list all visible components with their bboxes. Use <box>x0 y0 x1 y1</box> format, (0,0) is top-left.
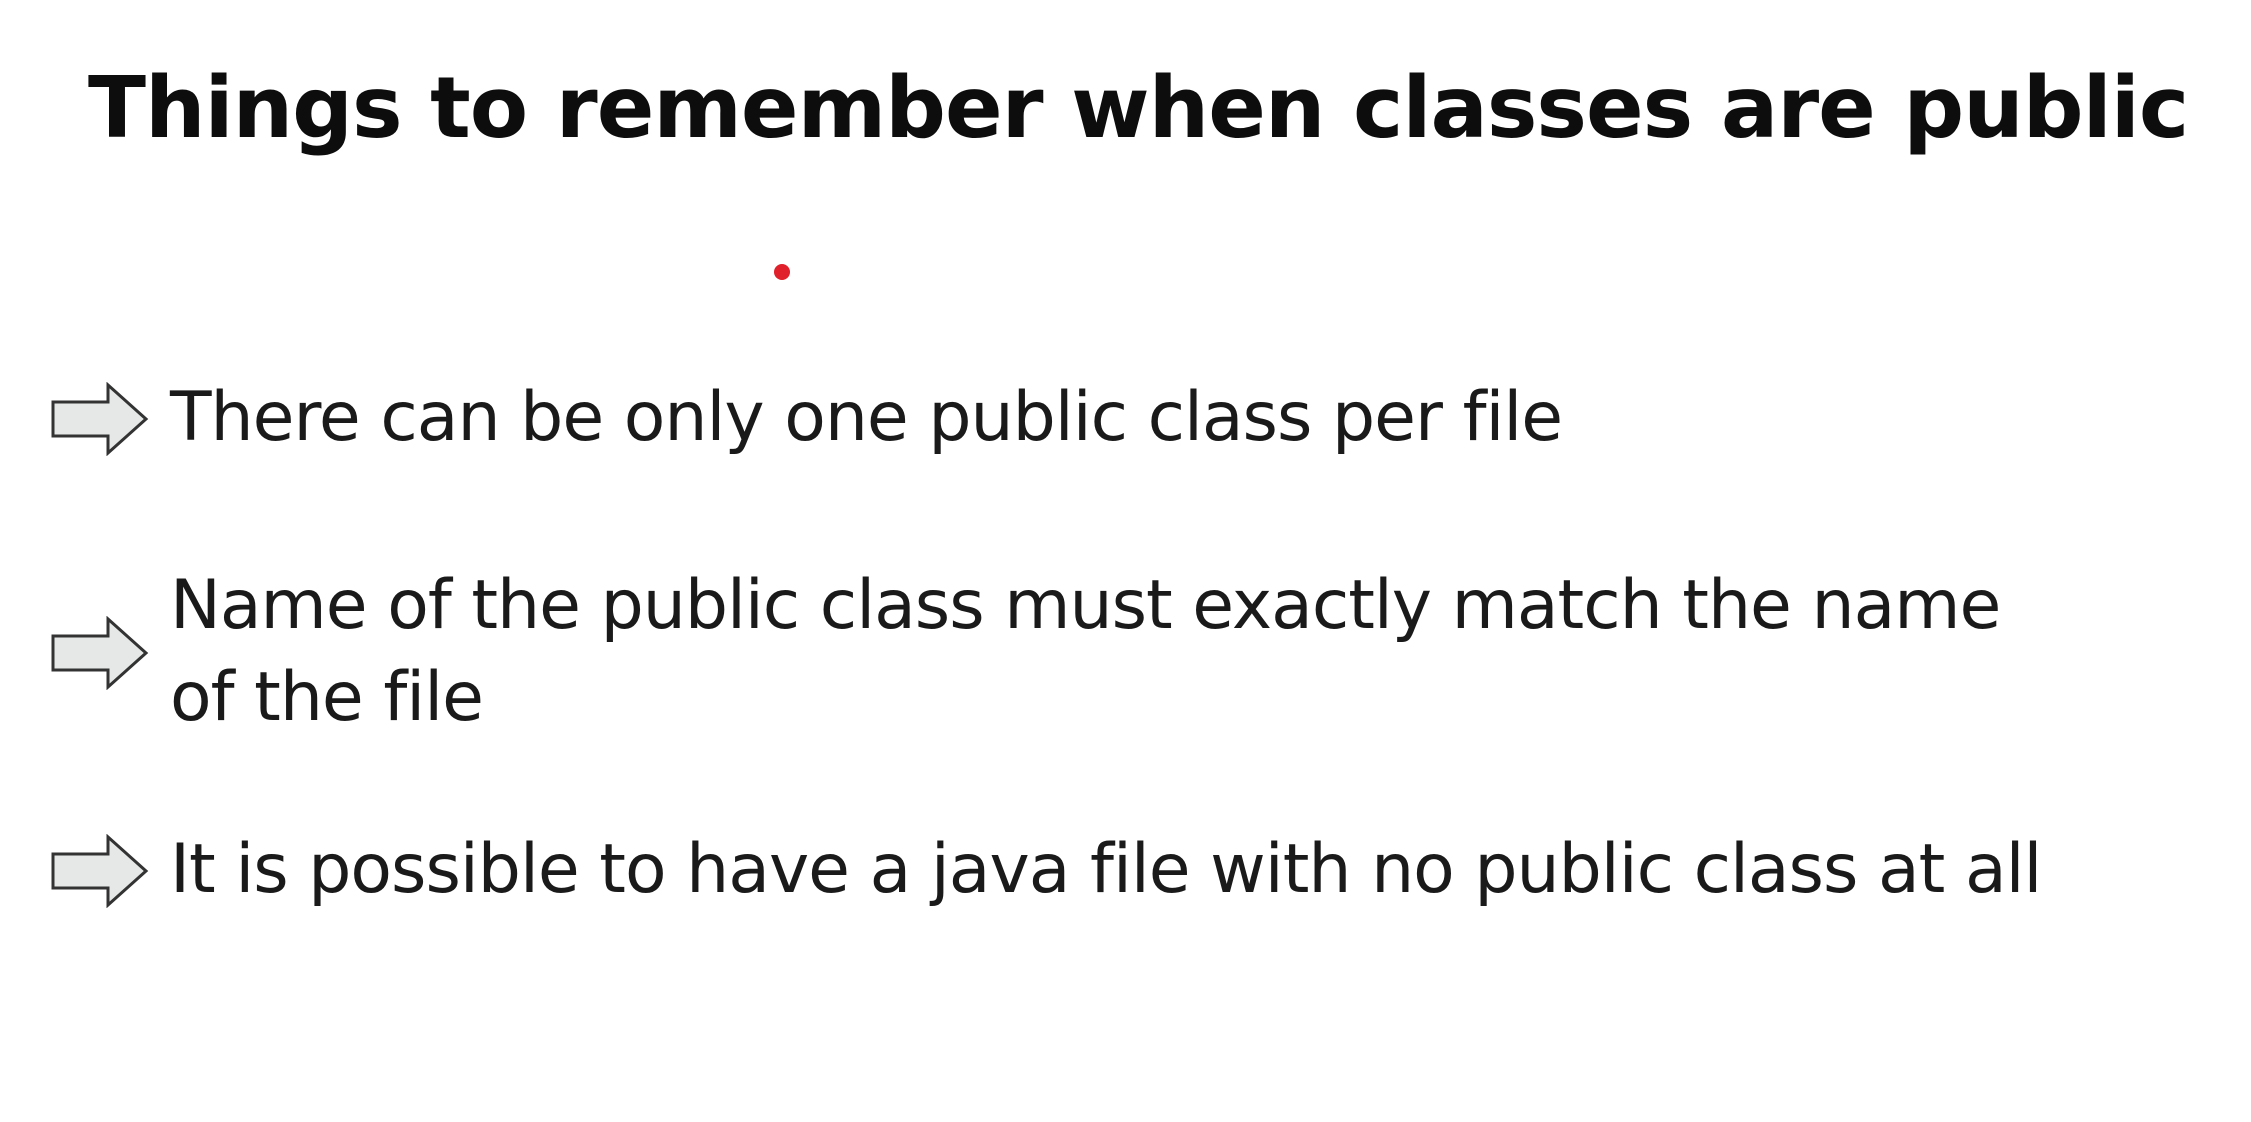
right-arrow-icon <box>51 382 149 456</box>
bullet-text: It is possible to have a java file with … <box>170 830 2042 909</box>
laser-pointer-dot <box>774 264 790 280</box>
right-arrow-icon <box>51 616 149 690</box>
slide: Things to remember when classes are publ… <box>0 0 2251 1122</box>
right-arrow-icon <box>51 834 149 908</box>
bullet-text: There can be only one public class per f… <box>170 378 1563 457</box>
bullet-text-line: of the file <box>170 658 484 737</box>
bullet-text-line: Name of the public class must exactly ma… <box>170 566 2001 645</box>
slide-title: Things to remember when classes are publ… <box>88 59 2189 158</box>
bullet-text: Name of the public class must exactly ma… <box>170 560 2001 744</box>
